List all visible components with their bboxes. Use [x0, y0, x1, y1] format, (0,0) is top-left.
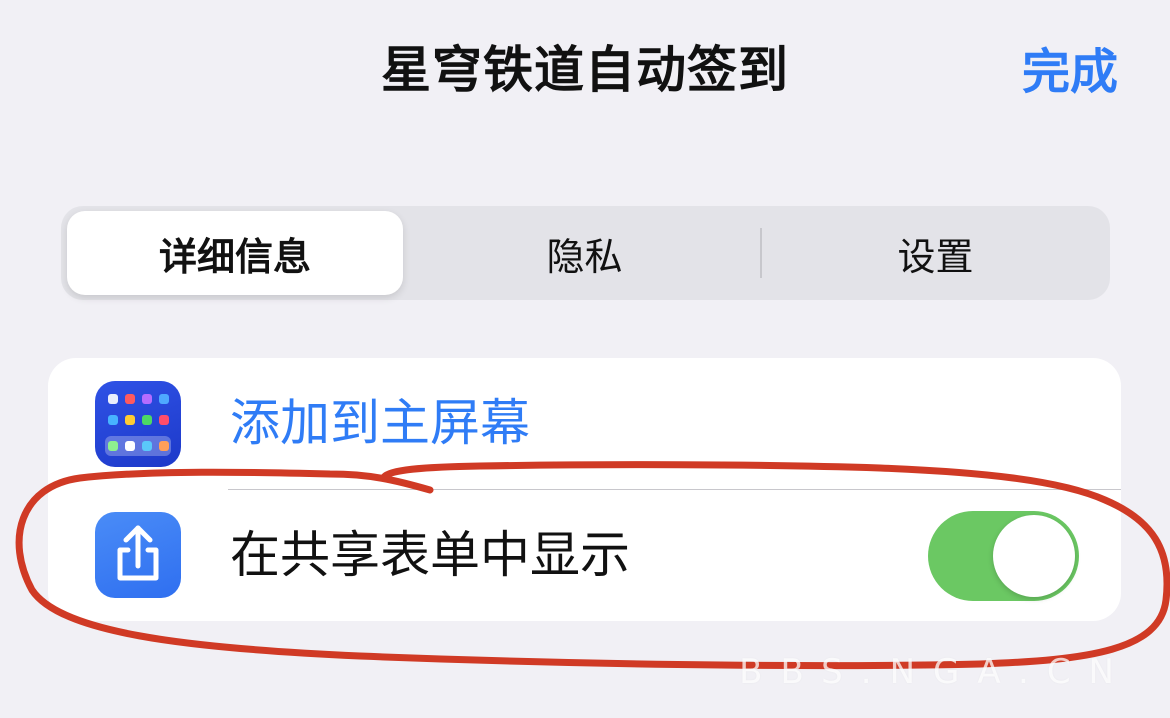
- toggle-knob: [993, 515, 1075, 597]
- segment-settings[interactable]: 设置: [761, 206, 1110, 300]
- segmented-control: 详细信息 隐私 设置: [61, 206, 1110, 300]
- add-to-home-screen-label: 添加到主屏幕: [230, 394, 530, 452]
- share-icon: [95, 512, 181, 598]
- segment-privacy[interactable]: 隐私: [410, 206, 759, 300]
- done-button[interactable]: 完成: [1022, 32, 1118, 102]
- watermark: BBS.NGA.CN: [739, 652, 1132, 692]
- show-in-share-sheet-row: 在共享表单中显示: [48, 490, 1121, 621]
- page-title: 星穹铁道自动签到: [381, 41, 789, 99]
- segment-details[interactable]: 详细信息: [67, 211, 403, 295]
- actions-card: 添加到主屏幕 在共享表单中显示: [48, 358, 1121, 621]
- show-in-share-sheet-label: 在共享表单中显示: [230, 526, 630, 584]
- home-screen-icon: [95, 381, 181, 467]
- share-sheet-toggle[interactable]: [928, 511, 1079, 601]
- add-to-home-screen-row[interactable]: 添加到主屏幕: [48, 358, 1121, 489]
